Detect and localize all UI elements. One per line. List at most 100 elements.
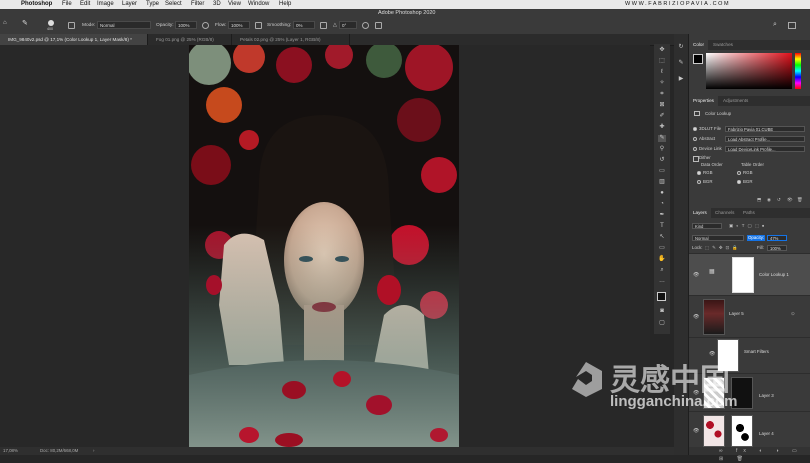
- filter-kind-select[interactable]: Kind: [692, 223, 722, 229]
- tab-petals-02[interactable]: Petals 02.png @ 25% (Layer 1, RGB/8): [232, 34, 350, 45]
- brush-tool-icon[interactable]: ✎: [22, 20, 30, 28]
- menu-image[interactable]: Image: [97, 0, 114, 9]
- tab-fog-01[interactable]: Fog 01.png @ 25% (RGB/8): [148, 34, 232, 45]
- lasso-tool-icon[interactable]: ℓ: [658, 69, 666, 76]
- layer-mask-thumbnail[interactable]: [732, 257, 754, 293]
- status-menu-arrow-icon[interactable]: ›: [93, 447, 94, 455]
- gradient-tool-icon[interactable]: ▥: [658, 179, 666, 186]
- radio-3dlut[interactable]: [693, 127, 697, 131]
- layer-name[interactable]: Color Lookup 1: [759, 272, 789, 278]
- menu-window[interactable]: Window: [248, 0, 269, 9]
- radio-table-rgb[interactable]: [737, 171, 741, 175]
- brush-tool-active-icon[interactable]: ✎: [658, 135, 666, 142]
- healing-brush-tool-icon[interactable]: ✚: [658, 124, 666, 131]
- visibility-eye-icon[interactable]: 👁: [693, 391, 699, 396]
- tab-layers[interactable]: Layers: [689, 208, 711, 218]
- select-device-link[interactable]: Load DeviceLink Profile...: [725, 146, 805, 152]
- visibility-eye-icon[interactable]: 👁: [693, 315, 699, 320]
- color-fg-swatch[interactable]: [693, 54, 703, 64]
- menu-layer[interactable]: Layer: [122, 0, 137, 9]
- move-tool-icon[interactable]: ✥: [658, 47, 666, 54]
- brush-preset-icon[interactable]: [48, 20, 54, 26]
- menu-file[interactable]: File: [62, 0, 72, 9]
- dodge-tool-icon[interactable]: ◔: [658, 201, 666, 208]
- brush-settings-icon[interactable]: [68, 22, 75, 29]
- smoothing-field[interactable]: 0%: [293, 21, 315, 29]
- clone-stamp-tool-icon[interactable]: ⚲: [658, 146, 666, 153]
- lock-icons[interactable]: ⬚✎✥⊡🔒: [705, 245, 741, 251]
- layers-footer-icons[interactable]: ∞ fx ◐ ◑ ▭ ⊞ 🗑: [689, 447, 810, 462]
- crop-tool-icon[interactable]: ⌗: [658, 91, 666, 98]
- blend-mode-select[interactable]: Normal: [692, 235, 744, 241]
- menu-select[interactable]: Select: [165, 0, 182, 9]
- airbrush-icon[interactable]: [255, 22, 262, 29]
- clip-to-layer-icon[interactable]: ⬒: [757, 197, 761, 203]
- layer-name[interactable]: Layer 5: [729, 311, 744, 317]
- history-panel-icon[interactable]: ↻: [677, 44, 685, 51]
- document-image[interactable]: [189, 45, 459, 447]
- angle-field[interactable]: 0°: [339, 21, 357, 29]
- mode-select[interactable]: Normal: [97, 21, 151, 29]
- flow-field[interactable]: 100%: [228, 21, 250, 29]
- hand-tool-icon[interactable]: ✋: [658, 256, 666, 263]
- marquee-tool-icon[interactable]: ⬚: [658, 58, 666, 65]
- menu-filter[interactable]: Filter: [191, 0, 204, 9]
- layer-name[interactable]: Layer 3: [759, 393, 774, 399]
- radio-data-bgr[interactable]: [697, 180, 701, 184]
- layer-row-layer-5[interactable]: 👁 Layer 5 ⊙: [689, 295, 810, 337]
- home-icon[interactable]: ⌂: [3, 20, 10, 27]
- view-previous-icon[interactable]: ◉: [767, 197, 771, 203]
- pressure-size-icon[interactable]: [362, 22, 369, 29]
- menu-3d[interactable]: 3D: [213, 0, 221, 9]
- layer-mask-thumbnail[interactable]: [731, 377, 753, 409]
- eraser-tool-icon[interactable]: ▭: [658, 168, 666, 175]
- workspace-icon[interactable]: [788, 22, 796, 29]
- tab-img-9840[interactable]: IMG_9840v2.psd @ 17,1% (Color Lookup 1, …: [0, 34, 148, 45]
- blur-tool-icon[interactable]: ●: [658, 190, 666, 197]
- eyedropper-tool-icon[interactable]: ✐: [658, 113, 666, 120]
- tab-swatches[interactable]: Swatches: [709, 40, 737, 50]
- quick-mask-icon[interactable]: ◙: [658, 308, 666, 315]
- layer-filter-icons[interactable]: ▣◐T▢⬚●: [729, 223, 767, 229]
- visibility-eye-icon[interactable]: 👁: [709, 352, 715, 357]
- tab-properties[interactable]: Properties: [689, 96, 718, 106]
- layer-thumbnail[interactable]: [703, 415, 725, 447]
- layer-name[interactable]: Layer 4: [759, 431, 774, 437]
- zoom-tool-icon[interactable]: ⌕: [658, 267, 666, 274]
- screen-mode-icon[interactable]: ▢: [658, 320, 666, 327]
- hue-slider[interactable]: [795, 53, 801, 89]
- more-tools-icon[interactable]: …: [658, 278, 666, 285]
- path-select-tool-icon[interactable]: ↖: [658, 234, 666, 241]
- select-abstract[interactable]: Load Abstract Profile...: [725, 136, 805, 142]
- reset-icon[interactable]: ↺: [777, 197, 781, 203]
- quick-select-tool-icon[interactable]: ✧: [658, 80, 666, 87]
- radio-data-rgb[interactable]: [697, 171, 701, 175]
- tab-paths[interactable]: Paths: [739, 208, 759, 218]
- tab-color[interactable]: Color: [689, 40, 708, 50]
- menu-view[interactable]: View: [228, 0, 241, 9]
- delete-adjustment-icon[interactable]: 🗑: [797, 197, 803, 203]
- layer-opacity-label[interactable]: Opacity:: [747, 235, 766, 241]
- menu-edit[interactable]: Edit: [80, 0, 90, 9]
- history-brush-tool-icon[interactable]: ↺: [658, 157, 666, 164]
- radio-device-link[interactable]: [693, 147, 697, 151]
- visibility-toggle-icon[interactable]: 👁: [787, 197, 793, 203]
- pressure-opacity-icon[interactable]: [202, 22, 209, 29]
- actions-panel-icon[interactable]: ▶: [677, 76, 685, 83]
- layer-row-layer-3[interactable]: 👁 Layer 3: [689, 373, 810, 411]
- radio-abstract[interactable]: [693, 137, 697, 141]
- search-icon[interactable]: ⌕: [773, 21, 777, 29]
- tab-adjustments[interactable]: Adjustments: [719, 96, 752, 106]
- layer-name[interactable]: Smart Filters: [744, 349, 769, 355]
- layer-thumbnail[interactable]: [703, 377, 725, 409]
- symmetry-icon[interactable]: [375, 22, 382, 29]
- layer-opacity-field[interactable]: 47%: [767, 235, 787, 241]
- color-picker-field[interactable]: [706, 53, 792, 89]
- layer-row-smart-filters[interactable]: 👁 Smart Filters: [689, 337, 810, 373]
- layer-thumbnail[interactable]: [703, 299, 725, 335]
- type-tool-icon[interactable]: T: [658, 223, 666, 230]
- layer-mask-thumbnail[interactable]: [731, 415, 753, 447]
- app-menu-photoshop[interactable]: Photoshop: [21, 0, 52, 9]
- layer-row-layer-4[interactable]: 👁 Layer 4: [689, 411, 810, 449]
- layer-row-color-lookup[interactable]: 👁 ▦ Color Lookup 1: [689, 253, 810, 295]
